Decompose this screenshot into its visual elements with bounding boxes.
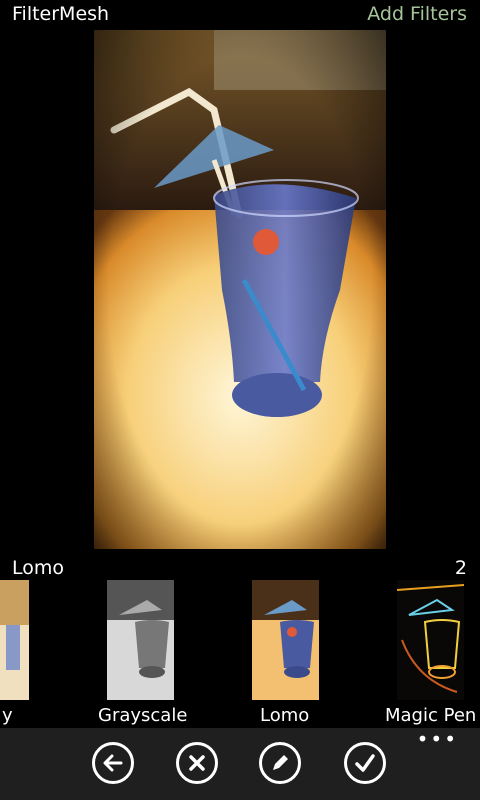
add-filters-link[interactable]: Add Filters xyxy=(367,3,467,25)
main-photo xyxy=(94,30,386,549)
confirm-button[interactable] xyxy=(344,742,386,784)
close-icon xyxy=(189,755,205,771)
filter-thumbnail-grayscale[interactable] xyxy=(107,580,174,700)
more-options-button[interactable]: ••• xyxy=(417,729,458,749)
edit-icon xyxy=(273,755,288,770)
selected-filter-count: 2 xyxy=(454,557,467,579)
app-bar: ••• xyxy=(0,728,480,800)
app-title: FilterMesh xyxy=(12,3,110,25)
filter-thumbnail-prev[interactable] xyxy=(0,580,29,700)
filter-strip[interactable]: y Grayscale Lomo Magic Pen xyxy=(0,580,480,728)
filter-thumbnail-lomo[interactable] xyxy=(252,580,319,700)
check-icon xyxy=(355,754,375,772)
back-button[interactable] xyxy=(92,742,134,784)
filter-label-prev: y xyxy=(2,705,13,726)
cancel-button[interactable] xyxy=(176,742,218,784)
filter-thumbnail-magic-pen[interactable] xyxy=(397,580,464,700)
back-icon xyxy=(103,754,123,772)
filter-label-lomo: Lomo xyxy=(260,705,310,726)
filter-label-magic-pen: Magic Pen xyxy=(385,705,477,726)
filter-label-grayscale: Grayscale xyxy=(98,705,188,726)
edit-button[interactable] xyxy=(259,742,301,784)
selected-filter-name: Lomo xyxy=(12,557,65,579)
